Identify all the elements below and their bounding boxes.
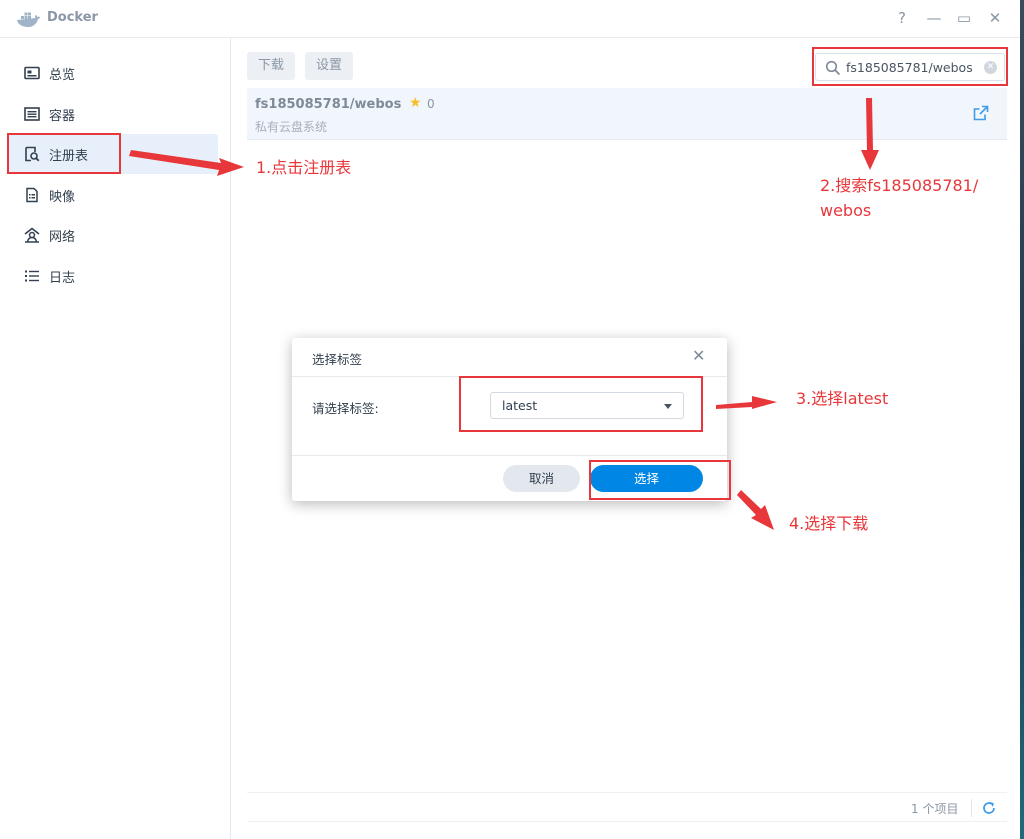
maximize-button[interactable]: ▭ [954, 9, 974, 27]
annotation-step2-line2: webos [820, 201, 872, 220]
sidebar-item-label: 总览 [49, 67, 76, 83]
overview-icon [24, 66, 40, 80]
arrow-step4 [737, 490, 774, 530]
sidebar-item-log[interactable]: 日志 [8, 256, 218, 296]
close-window-button[interactable]: ✕ [985, 9, 1005, 27]
cancel-button[interactable]: 取消 [503, 465, 580, 492]
sidebar-item-label: 映像 [49, 189, 76, 205]
sidebar-item-image[interactable]: 映像 [8, 175, 218, 215]
annotation-box-tag [459, 376, 703, 432]
item-count: 1 个项目 [911, 802, 959, 816]
annotation-step4: 4.选择下载 [789, 514, 869, 533]
log-icon [25, 270, 39, 282]
result-description: 私有云盘系统 [255, 120, 328, 134]
image-icon [26, 187, 38, 203]
footer-divider [971, 799, 972, 817]
desktop-background-edge [1020, 0, 1024, 839]
minimize-button[interactable]: — [924, 9, 944, 27]
registry-result-row[interactable]: fs185085781/webos ★ 0 私有云盘系统 [247, 88, 1007, 140]
result-stars: 0 [427, 97, 435, 111]
dialog-title: 选择标签 [312, 352, 363, 367]
dialog-divider [292, 455, 727, 456]
status-footer: 1 个项目 [247, 792, 1007, 822]
sidebar-item-network[interactable]: 网络 [8, 215, 218, 255]
annotation-box-registry [7, 133, 121, 174]
settings-button[interactable]: 设置 [305, 52, 354, 80]
sidebar-item-overview[interactable]: 总览 [8, 53, 218, 93]
sidebar-item-label: 日志 [49, 270, 76, 286]
sidebar-item-label: 容器 [49, 108, 76, 124]
annotation-step1: 1.点击注册表 [256, 158, 352, 177]
star-icon: ★ [409, 95, 422, 111]
annotation-box-choose [589, 460, 731, 500]
annotation-box-search [812, 47, 1008, 86]
container-icon [24, 107, 40, 121]
external-link-icon[interactable] [973, 105, 989, 121]
docker-logo-icon [17, 12, 40, 27]
tag-label: 请选择标签: [312, 401, 379, 416]
annotation-step2-line1: 2.搜索fs185085781/ [820, 176, 979, 195]
sidebar-item-label: 网络 [49, 229, 76, 245]
sidebar-item-container[interactable]: 容器 [8, 94, 218, 134]
annotation-step3: 3.选择latest [796, 389, 889, 408]
download-button[interactable]: 下载 [247, 52, 296, 80]
network-icon [24, 227, 40, 243]
help-button[interactable]: ? [892, 9, 912, 27]
result-name: fs185085781/webos [255, 97, 402, 112]
title-bar: Docker ? — ▭ ✕ [0, 0, 1020, 38]
window-title: Docker [47, 10, 98, 25]
dialog-close-icon[interactable]: ✕ [692, 346, 705, 365]
refresh-icon[interactable] [981, 800, 997, 816]
